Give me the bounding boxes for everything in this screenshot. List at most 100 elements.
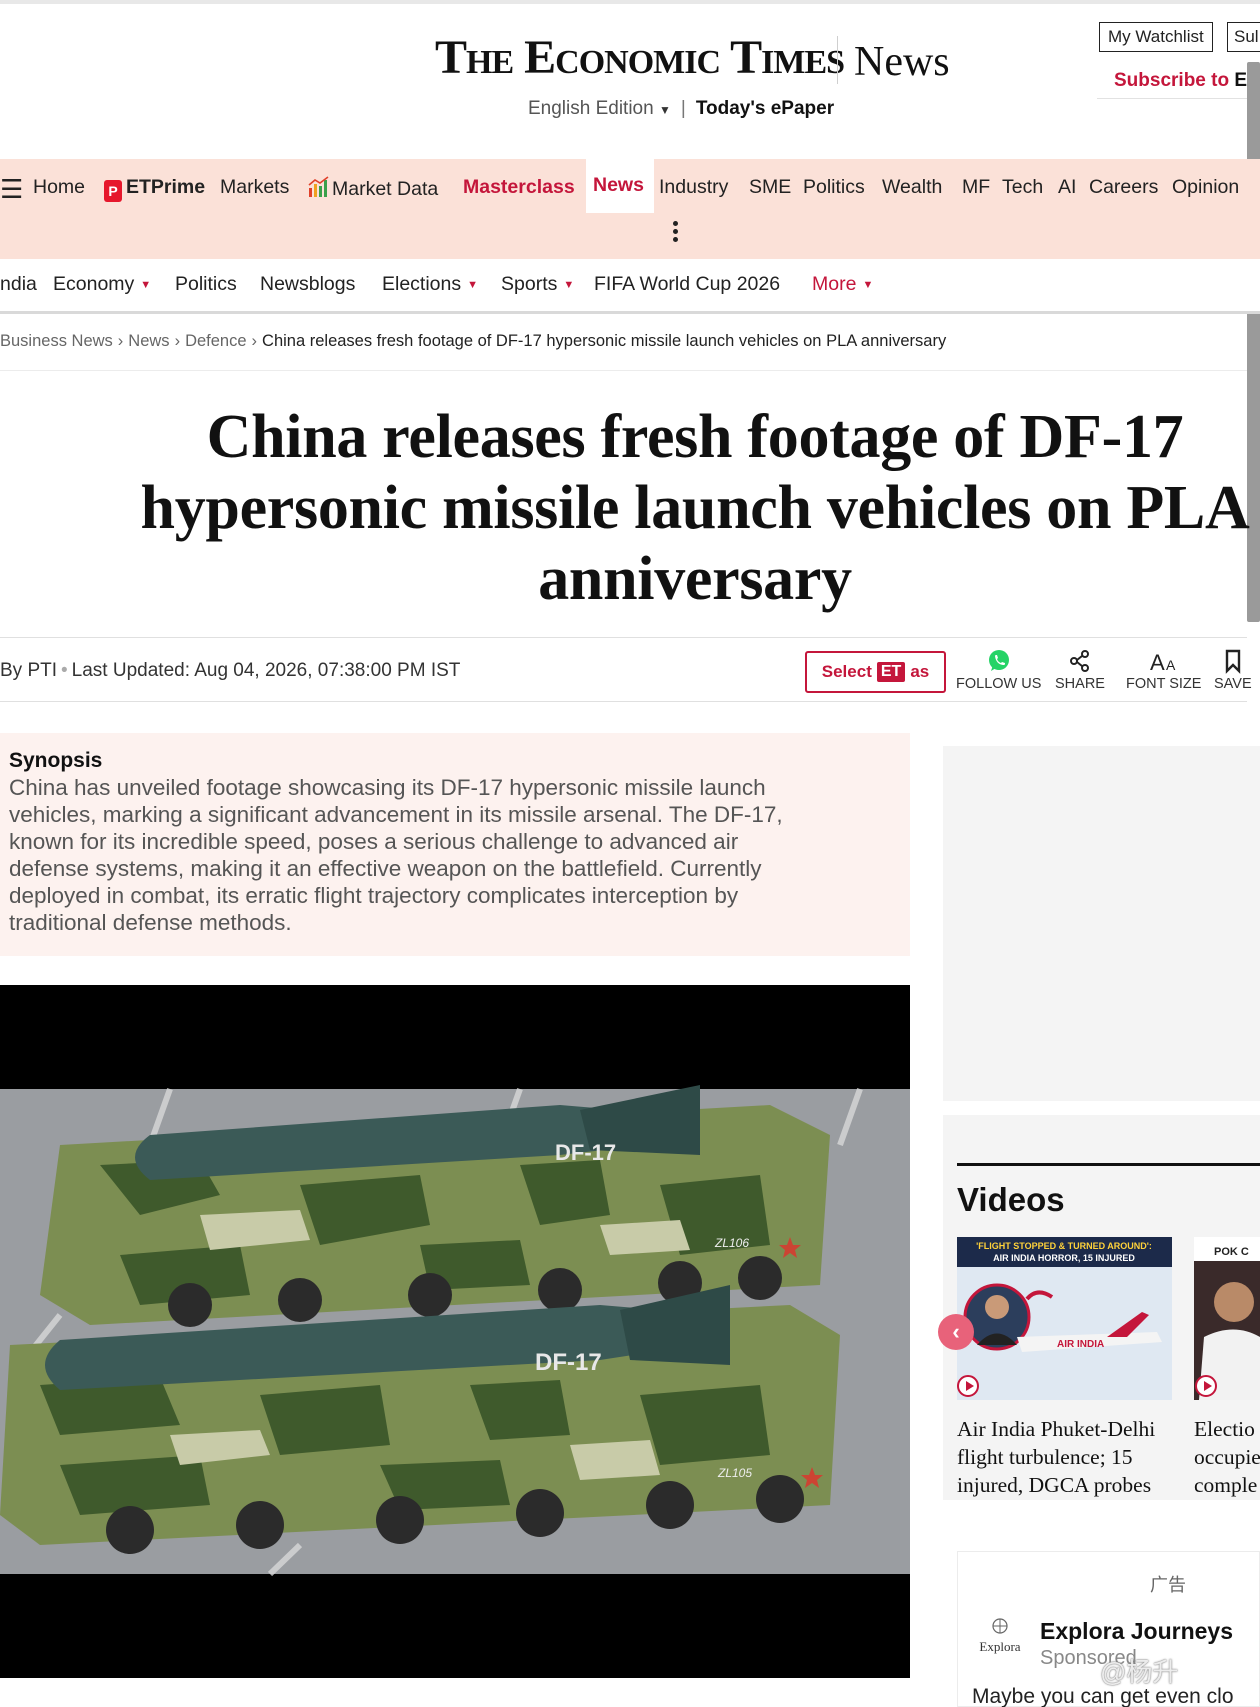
nav-item-label: Market Data [332,178,439,200]
select-label: Select [821,662,872,681]
etprime-icon: P [104,180,122,202]
nav-item-politics[interactable]: Politics [803,176,865,199]
caption-line: comple [1194,1473,1258,1497]
breadcrumb-defence[interactable]: Defence [185,332,246,350]
epaper-link[interactable]: Today's ePaper [696,98,834,120]
subnav-item-fifa[interactable]: FIFA World Cup 2026 [594,273,780,296]
font-size-button[interactable]: AA FONT SIZE [1126,648,1201,692]
tool-label: SAVE [1214,676,1252,692]
subnav-item-politics[interactable]: Politics [175,273,237,296]
breadcrumb-business-news[interactable]: Business News [0,332,113,350]
breadcrumb-separator: › [251,332,258,350]
play-icon[interactable] [1195,1375,1217,1397]
chart-icon [308,176,329,197]
nav-item-news-active[interactable]: News [586,159,654,213]
caption-line: occupie [1194,1445,1260,1469]
subnav-label: More [812,273,857,295]
chevron-down-icon: ▼ [563,279,575,291]
synopsis-line: deployed in combat, its erratic flight t… [9,883,739,908]
video-caption[interactable]: Electio occupie comple [1194,1415,1260,1499]
my-watchlist-button[interactable]: My Watchlist [1099,22,1213,52]
subnav-item-economy[interactable]: Economy ▼ [53,273,151,296]
headline-line: China releases fresh footage of DF-17 [206,403,1184,471]
vehicle-number: ZL106 [714,1236,749,1250]
breadcrumb-news[interactable]: News [128,332,169,350]
caption-line: flight turbulence; 15 [957,1445,1133,1469]
nav-item-home[interactable]: Home [33,176,85,199]
compass-icon [992,1618,1008,1634]
select-et-preferred-source-button[interactable]: Select ET as [805,651,946,693]
nav-item-markets[interactable]: Markets [220,176,289,199]
share-button[interactable]: SHARE [1055,648,1105,692]
svg-text:A: A [1166,657,1176,673]
videos-rule [957,1163,1260,1166]
nav-item-label: News [593,174,644,196]
more-options-icon[interactable] [673,221,679,245]
whatsapp-icon [988,650,1009,671]
nav-item-market-data[interactable]: Market Data [308,176,438,201]
caption-line: Electio [1194,1417,1255,1441]
advertiser-logo-text: Explora [979,1639,1021,1654]
tool-label: FOLLOW US [956,676,1042,692]
nav-item-etprime[interactable]: P ETPrime [104,176,205,202]
sub-nav: ndia Economy ▼ Politics Newsblogs Electio… [0,259,1260,314]
video-thumbnail[interactable]: 'FLIGHT STOPPED & TURNED AROUND': AIR IN… [957,1237,1172,1400]
chevron-down-icon: ▼ [140,279,152,291]
nav-item-sme[interactable]: SME [749,176,791,199]
synopsis-line: traditional defense methods. [9,910,292,935]
edition-row: English Edition ▼ | Today's ePaper [528,98,834,120]
advertiser-logo: Explora [974,1617,1026,1655]
thumbnail-banner: 'FLIGHT STOPPED & TURNED AROUND': [976,1241,1152,1251]
chevron-down-icon: ▼ [467,279,479,291]
subnav-item-more[interactable]: More ▼ [812,273,873,296]
breadcrumb-separator: › [174,332,181,350]
subscribe-button[interactable]: Sul [1227,22,1260,52]
ad-label: 广告 [1150,1575,1186,1595]
caption-line: Air India Phuket-Delhi [957,1417,1156,1441]
nav-item-masterclass[interactable]: Masterclass [463,176,575,199]
hamburger-menu-icon[interactable]: ☰ [0,174,23,205]
divider [0,701,1247,702]
synopsis-line: vehicles, marking a significant advancem… [9,802,783,827]
advertiser-name[interactable]: Explora Journeys [1040,1618,1233,1645]
headline-line: anniversary [538,545,852,613]
breadcrumb-separator: › [117,332,124,350]
thumbnail-plane-text: AIR INDIA [1057,1339,1104,1350]
vehicle-number: ZL105 [717,1466,752,1480]
subnav-item-elections[interactable]: Elections ▼ [382,273,478,296]
nav-item-tech[interactable]: Tech [1002,176,1043,199]
subnav-item-newsblogs[interactable]: Newsblogs [260,273,355,296]
chevron-down-icon: ▼ [862,279,874,291]
site-logo[interactable]: The Economic Times [435,30,845,85]
font-size-icon: AA [1150,650,1176,674]
nav-item-ai[interactable]: AI [1058,176,1076,199]
follow-us-button[interactable]: FOLLOW US [956,648,1041,692]
play-icon[interactable] [957,1375,979,1397]
tool-label: SHARE [1055,676,1105,692]
video-thumbnail-image: 'FLIGHT STOPPED & TURNED AROUND': AIR IN… [957,1237,1172,1400]
chevron-left-icon: ‹ [952,1319,960,1344]
divider [1097,98,1260,99]
save-button[interactable]: SAVE [1214,648,1252,692]
author[interactable]: By PTI [0,660,57,681]
last-updated: Last Updated: Aug 04, 2026, 07:38:00 PM … [71,660,461,681]
subnav-item-sports[interactable]: Sports ▼ [501,273,574,296]
nav-item-industry[interactable]: Industry [659,176,728,199]
nav-item-wealth[interactable]: Wealth [882,176,942,199]
video-caption[interactable]: Air India Phuket-Delhi flight turbulence… [957,1415,1155,1499]
subnav-item-india[interactable]: ndia [0,273,37,296]
article-hero-image[interactable]: DF-17 ZL106 DF-17 ZL105 [0,985,910,1678]
subscribe-link[interactable]: Subscribe to ET [1114,70,1259,92]
section-name[interactable]: News [854,38,950,86]
subnav-label: Economy [53,273,135,295]
byline: By PTI • Last Updated: Aug 04, 2026, 07:38… [0,660,460,682]
edition-selector[interactable]: English Edition ▼ [528,98,671,120]
synopsis: Synopsis China has unveiled footage show… [0,733,910,956]
advertisement-slot [943,746,1260,1101]
nav-item-opinion[interactable]: Opinion [1172,176,1239,199]
tool-label: FONT SIZE [1126,676,1202,692]
carousel-prev-button[interactable]: ‹ [938,1314,974,1350]
nav-item-mf[interactable]: MF [962,176,990,199]
article-headline: China releases fresh footage of DF-17 hy… [80,402,1260,615]
nav-item-careers[interactable]: Careers [1089,176,1158,199]
